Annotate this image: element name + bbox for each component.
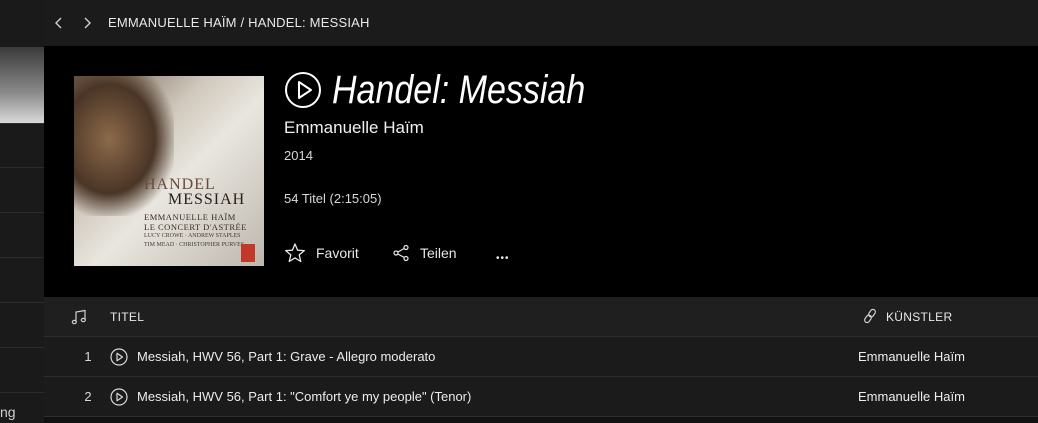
chevron-right-icon[interactable] xyxy=(78,14,96,32)
sidebar-divider xyxy=(0,123,44,124)
column-header-artist[interactable]: KÜNSTLER xyxy=(886,310,952,324)
sidebar-divider xyxy=(0,257,44,258)
record-label-logo xyxy=(241,244,255,262)
star-icon xyxy=(285,243,305,263)
album-title: Handel: Messiah xyxy=(332,68,586,112)
track-number: 2 xyxy=(84,389,92,404)
share-button[interactable]: Teilen xyxy=(392,241,457,265)
column-header-title[interactable]: TITEL xyxy=(110,310,144,324)
track-artist[interactable]: Emmanuelle Haïm xyxy=(858,349,965,364)
play-circle-icon[interactable] xyxy=(110,348,128,366)
sidebar-divider xyxy=(0,392,44,393)
track-artist[interactable]: Emmanuelle Haïm xyxy=(858,389,965,404)
album-year: 2014 xyxy=(284,148,313,163)
more-options-button[interactable]: ••• xyxy=(496,246,510,270)
sidebar-divider xyxy=(0,167,44,168)
sidebar: ng xyxy=(0,0,44,423)
play-circle-icon[interactable] xyxy=(110,388,128,406)
cover-text: LUCY CROWE · ANDREW STAPLES xyxy=(144,233,241,239)
track-number: 1 xyxy=(84,349,92,364)
link-icon xyxy=(864,308,876,324)
table-row[interactable]: 1 Messiah, HWV 56, Part 1: Grave - Alleg… xyxy=(44,337,1038,377)
sidebar-item-label[interactable]: ng xyxy=(0,404,16,420)
share-icon xyxy=(393,244,409,262)
share-label: Teilen xyxy=(420,245,457,261)
more-icon: ••• xyxy=(496,252,510,264)
sidebar-divider xyxy=(0,302,44,303)
album-cover[interactable]: HANDEL MESSIAH EMMANUELLE HAÏM LE CONCER… xyxy=(74,76,264,266)
album-artist[interactable]: Emmanuelle Haïm xyxy=(284,118,424,138)
sidebar-divider xyxy=(0,347,44,348)
track-count: 54 Titel (2:15:05) xyxy=(284,191,382,206)
cover-text: EMMANUELLE HAÏM xyxy=(144,212,236,222)
cover-text: TIM MEAD · CHRISTOPHER PURVES xyxy=(144,242,245,248)
top-bar: EMMANUELLE HAÏM / HANDEL: MESSIAH xyxy=(44,0,1038,46)
sidebar-divider xyxy=(0,212,44,213)
breadcrumb[interactable]: EMMANUELLE HAÏM / HANDEL: MESSIAH xyxy=(108,15,370,30)
track-title: Messiah, HWV 56, Part 1: Grave - Allegro… xyxy=(137,349,436,364)
track-title: Messiah, HWV 56, Part 1: "Comfort ye my … xyxy=(137,389,472,404)
play-circle-icon[interactable] xyxy=(284,71,322,109)
table-row[interactable]: 2 Messiah, HWV 56, Part 1: "Comfort ye m… xyxy=(44,377,1038,417)
album-header: HANDEL MESSIAH EMMANUELLE HAÏM LE CONCER… xyxy=(44,46,1038,297)
cover-artwork xyxy=(74,76,174,216)
table-header: TITEL KÜNSTLER xyxy=(44,297,1038,337)
cover-text: MESSIAH xyxy=(168,191,246,208)
chevron-left-icon[interactable] xyxy=(50,14,68,32)
track-table: TITEL KÜNSTLER 1 Messiah, HWV 56, Part 1… xyxy=(44,297,1038,417)
cover-text: LE CONCERT D'ASTRÉE xyxy=(144,222,247,232)
sidebar-thumbnail[interactable] xyxy=(0,47,44,123)
music-note-icon xyxy=(71,309,86,325)
favorite-button[interactable]: Favorit xyxy=(284,241,359,265)
favorite-label: Favorit xyxy=(316,245,359,261)
